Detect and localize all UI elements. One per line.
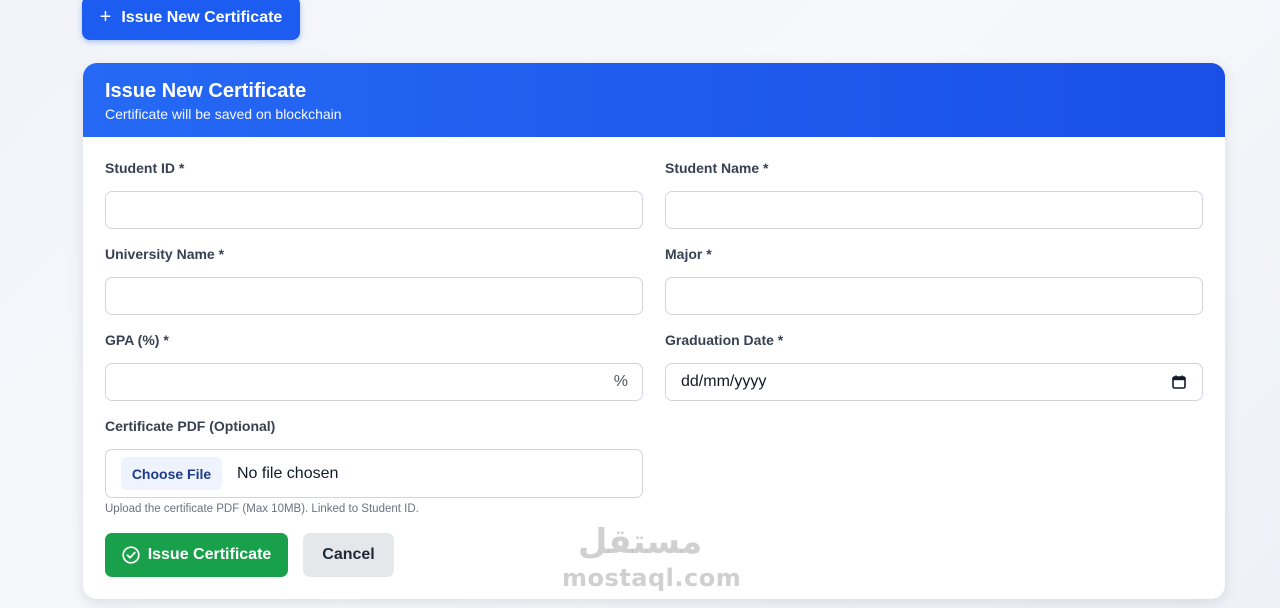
certificate-pdf-input[interactable]: Choose File No file chosen bbox=[105, 449, 643, 498]
issue-certificate-label: Issue Certificate bbox=[147, 546, 272, 563]
student-name-input[interactable] bbox=[665, 191, 1203, 229]
graduation-date-placeholder: dd/mm/yyyy bbox=[681, 373, 767, 390]
certificate-pdf-field: Certificate PDF (Optional) Choose File N… bbox=[105, 417, 643, 515]
issue-new-certificate-button[interactable]: + Issue New Certificate bbox=[82, 0, 300, 40]
university-name-field: University Name * bbox=[105, 245, 643, 315]
watermark-latin: mostaql.com bbox=[562, 564, 742, 592]
certificate-pdf-hint: Upload the certificate PDF (Max 10MB). L… bbox=[105, 503, 419, 515]
university-name-label: University Name * bbox=[105, 246, 225, 262]
student-id-input[interactable] bbox=[105, 191, 643, 229]
file-status: No file chosen bbox=[237, 464, 339, 482]
major-label: Major * bbox=[665, 246, 712, 262]
major-input[interactable] bbox=[665, 277, 1203, 315]
gpa-percent-suffix: % bbox=[613, 373, 628, 390]
card-subtitle: Certificate will be saved on blockchain bbox=[105, 106, 342, 122]
university-name-input[interactable] bbox=[105, 277, 643, 315]
issue-new-certificate-label: Issue New Certificate bbox=[121, 9, 283, 26]
major-field: Major * bbox=[665, 245, 1203, 315]
issue-certificate-button[interactable]: Issue Certificate bbox=[105, 533, 288, 577]
cancel-button[interactable]: Cancel bbox=[303, 533, 394, 577]
card-title: Issue New Certificate bbox=[105, 80, 307, 102]
student-id-field: Student ID * bbox=[105, 159, 643, 229]
calendar-icon[interactable] bbox=[1172, 375, 1186, 389]
gpa-input[interactable]: % bbox=[105, 363, 643, 401]
student-name-label: Student Name * bbox=[665, 160, 769, 176]
watermark-arabic: مستقل bbox=[577, 522, 703, 562]
graduation-date-label: Graduation Date * bbox=[665, 332, 784, 348]
student-name-field: Student Name * bbox=[665, 159, 1203, 229]
issue-certificate-card: Issue New Certificate Certificate will b… bbox=[83, 63, 1225, 599]
graduation-date-field: Graduation Date * dd/mm/yyyy bbox=[665, 331, 1203, 401]
gpa-label: GPA (%) * bbox=[105, 332, 169, 348]
certificate-pdf-label: Certificate PDF (Optional) bbox=[105, 418, 276, 434]
choose-file-button[interactable]: Choose File bbox=[121, 457, 222, 490]
graduation-date-input[interactable]: dd/mm/yyyy bbox=[665, 363, 1203, 401]
card-header: Issue New Certificate Certificate will b… bbox=[83, 63, 1225, 137]
student-id-label: Student ID * bbox=[105, 160, 185, 176]
plus-icon: + bbox=[99, 6, 112, 28]
gpa-field: GPA (%) * % bbox=[105, 331, 643, 401]
check-circle-icon bbox=[122, 546, 140, 564]
watermark: مستقل mostaql.com bbox=[562, 520, 742, 592]
